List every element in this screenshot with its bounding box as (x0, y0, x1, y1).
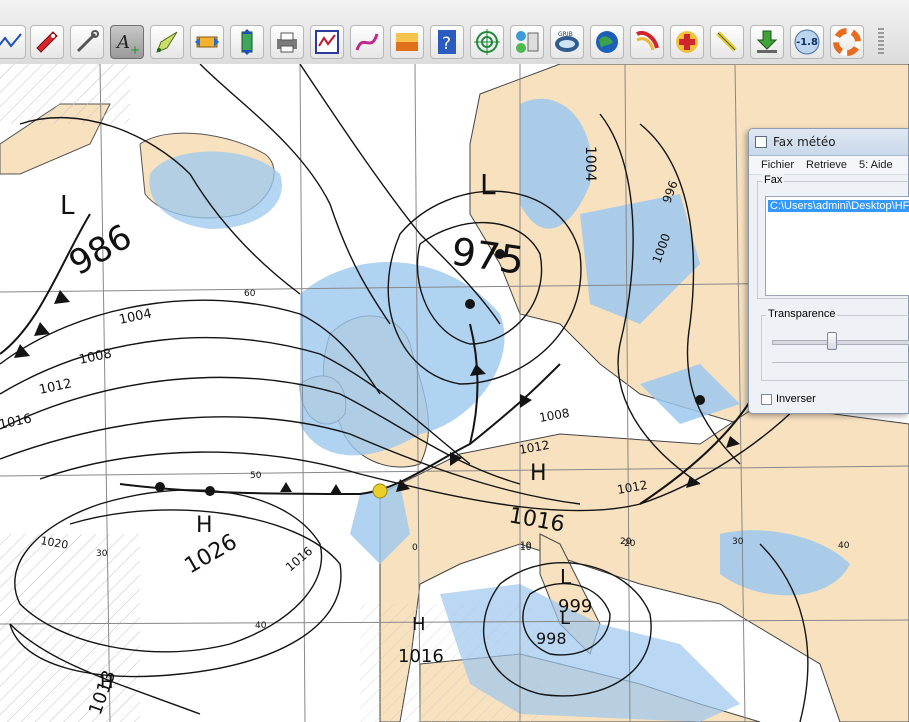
pressure-system-letter: L (60, 191, 75, 221)
green-download-icon (756, 30, 778, 53)
route-line-icon (0, 33, 22, 48)
window-titlebar[interactable]: Fax météo (749, 129, 908, 156)
horizontal-arrows-icon (195, 36, 219, 48)
printer-icon (277, 32, 297, 53)
measure-tool-button[interactable] (710, 25, 744, 59)
help-tool-button[interactable]: ? (430, 25, 464, 59)
graticule-label: 60 (244, 289, 256, 299)
lifebuoy-tool-button[interactable] (830, 25, 864, 59)
inverse-checkbox[interactable] (761, 393, 772, 405)
svg-text:GRIB: GRIB (558, 31, 573, 38)
pressure-system-letter: L (480, 168, 496, 201)
pressure-system-letter: H (196, 513, 213, 538)
pressure-value-label: 1004 (582, 146, 598, 182)
gps-panel-icon (516, 31, 539, 53)
weather-warning-tool-button[interactable] (630, 25, 664, 59)
transparency-group: Transparence (761, 308, 909, 381)
emergency-tool-button[interactable] (670, 25, 704, 59)
vertical-arrows-icon (241, 29, 253, 55)
menu-aide[interactable]: 5: Aide (859, 159, 893, 171)
target-tool-button[interactable] (470, 25, 504, 59)
track-tool-button[interactable] (350, 25, 384, 59)
main-toolbar: A + ? GRIB -1.8 (0, 0, 909, 65)
waypoint-tool-button[interactable] (150, 25, 184, 59)
boat-tool-button[interactable] (30, 25, 64, 59)
help-question-icon: ? (438, 30, 456, 54)
hatch-area-sw (0, 534, 140, 722)
fit-width-tool-button[interactable] (190, 25, 224, 59)
pressure-system-letter: L (560, 608, 570, 629)
pressure-system-letter: H (530, 461, 547, 486)
hatch-area-nw (0, 64, 130, 124)
graticule-label: 20 (624, 539, 636, 549)
transparency-slider-track[interactable] (772, 340, 909, 345)
wrench-screwdriver-icon (76, 30, 99, 53)
pink-curve-icon (355, 33, 379, 51)
menu-retrieve[interactable]: Retrieve (806, 159, 847, 171)
window-title: Fax météo (773, 135, 836, 149)
world-map-icon: GRIB (555, 31, 579, 52)
svg-text:A: A (115, 32, 130, 53)
graticule-label: 10 (520, 543, 532, 553)
menu-bar: Fichier Retrieve 5: Aide (749, 156, 908, 175)
fax-meteo-window[interactable]: Fax météo Fichier Retrieve 5: Aide Fax C… (748, 128, 909, 414)
weather-tool-button[interactable]: GRIB (550, 25, 584, 59)
download-tool-button[interactable] (750, 25, 784, 59)
graticule-label: 30 (732, 537, 744, 547)
lifebuoy-icon (833, 28, 861, 56)
graticule-label: 40 (255, 621, 267, 631)
yellow-pen-icon (716, 31, 737, 52)
annotation-tool-button[interactable]: A + (110, 25, 144, 59)
transparency-slider-thumb[interactable] (826, 332, 837, 350)
layers-tool-button[interactable] (390, 25, 424, 59)
graticule-label: 50 (250, 471, 262, 481)
crosshair-target-icon (474, 29, 500, 55)
pressure-value-label: 1016 (398, 646, 444, 667)
svg-text:?: ? (442, 34, 451, 54)
pressure-value-label: 998 (536, 629, 567, 648)
orange-bar-icon (396, 33, 418, 51)
slider-tick-line (772, 362, 909, 363)
chart-icon (315, 30, 339, 54)
route-tool-button[interactable] (0, 25, 26, 59)
print-tool-button[interactable] (270, 25, 304, 59)
graticule-label: 30 (96, 549, 108, 559)
graph-tool-button[interactable] (310, 25, 344, 59)
vessel-position-marker[interactable] (372, 483, 388, 499)
storm-warning-icon (636, 31, 659, 51)
text-add-icon: A + (115, 32, 140, 56)
inverse-label: Inverser (776, 393, 816, 405)
app-window-icon (755, 136, 767, 148)
zoom-level-label: -1.8 (796, 36, 818, 48)
settings-tool-button[interactable] (70, 25, 104, 59)
graticule-label: 40 (838, 541, 850, 551)
menu-fichier[interactable]: Fichier (761, 159, 794, 171)
transparency-label: Transparence (766, 308, 838, 320)
fax-file-list[interactable]: C:\Users\admini\Desktop\HF-in (765, 196, 909, 296)
pressure-system-letter: L (560, 565, 572, 589)
svg-text:+: + (130, 43, 140, 56)
pencil-waypoint-icon (156, 31, 178, 53)
list-item[interactable]: C:\Users\admini\Desktop\HF-in (768, 200, 909, 212)
red-boat-icon (36, 31, 58, 53)
fax-group: Fax C:\Users\admini\Desktop\HF-in (757, 174, 909, 299)
fax-group-label: Fax (762, 174, 785, 186)
pressure-system-letter: H (412, 614, 426, 635)
red-cross-icon (676, 31, 698, 53)
pressure-system-letter: H (100, 672, 114, 693)
graticule-label: 0 (412, 543, 418, 553)
zoom-tool-button[interactable]: -1.8 (790, 25, 824, 59)
earth-globe-icon (596, 31, 618, 53)
gps-tool-button[interactable] (510, 25, 544, 59)
inverse-option[interactable]: Inverser (761, 393, 816, 405)
toolbar-grip[interactable] (878, 28, 884, 56)
fit-height-tool-button[interactable] (230, 25, 264, 59)
globe-tool-button[interactable] (590, 25, 624, 59)
